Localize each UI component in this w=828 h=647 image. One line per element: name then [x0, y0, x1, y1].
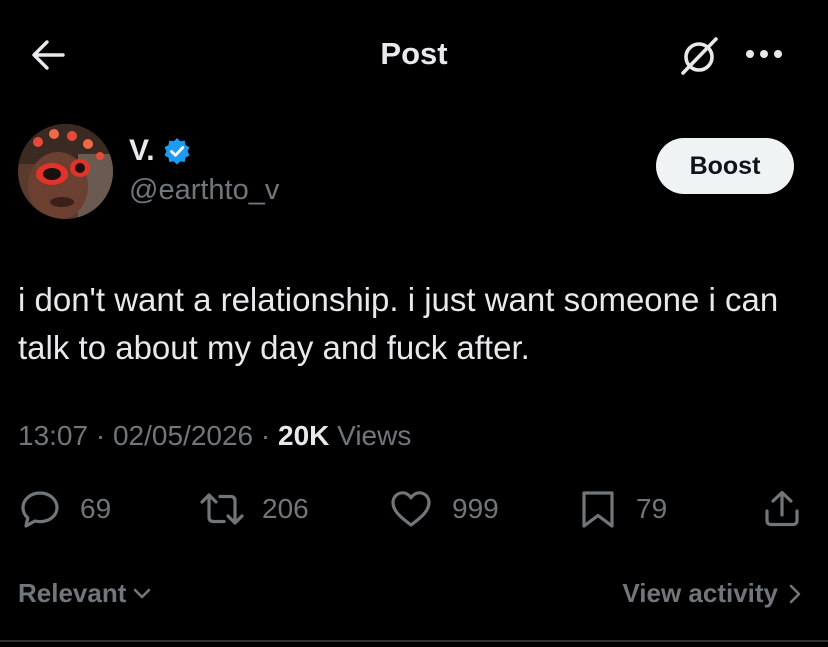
bookmark-icon: [582, 491, 614, 528]
repost-icon: [200, 493, 244, 525]
avatar-image: [18, 124, 113, 219]
like-button[interactable]: 999: [390, 486, 499, 532]
more-options-button[interactable]: [744, 42, 784, 66]
sort-label: Relevant: [18, 578, 127, 608]
views-label[interactable]: Views: [337, 420, 411, 451]
verified-badge-icon: [164, 138, 190, 165]
more-horizontal-icon: [746, 50, 782, 58]
display-name[interactable]: V.: [129, 134, 155, 168]
view-activity-label: View activity: [622, 578, 778, 608]
heart-icon: [391, 491, 431, 527]
chevron-right-icon: [789, 584, 801, 603]
view-activity-link[interactable]: View activity: [622, 578, 802, 609]
reply-button[interactable]: 69: [20, 486, 111, 532]
boost-button[interactable]: Boost: [656, 138, 794, 194]
action-bar: 69 206 999 79: [0, 486, 828, 536]
grok-icon: [681, 37, 718, 75]
repost-button[interactable]: 206: [198, 486, 309, 532]
top-bar: Post: [0, 0, 828, 110]
sort-dropdown[interactable]: Relevant: [18, 578, 152, 609]
avatar[interactable]: [18, 124, 113, 219]
divider: [0, 640, 828, 642]
grok-button[interactable]: [678, 34, 722, 78]
views-count[interactable]: 20K: [278, 420, 329, 451]
meta-separator: ·: [95, 420, 106, 451]
reply-icon: [21, 491, 59, 528]
tweet-meta: 13:07 · 02/05/2026 · 20K Views: [18, 420, 411, 452]
like-count: 999: [452, 493, 499, 524]
chevron-down-icon: [134, 588, 151, 598]
author-name-row: V.: [129, 134, 191, 168]
meta-separator: ·: [260, 420, 271, 451]
tweet-date: 02/05/2026: [112, 420, 254, 451]
author-handle[interactable]: @earthto_v: [129, 174, 279, 207]
share-button[interactable]: [762, 486, 802, 532]
reply-count: 69: [80, 493, 112, 524]
tweet-text: i don't want a relationship. i just want…: [18, 281, 779, 366]
share-icon: [765, 490, 799, 527]
bookmark-count: 79: [636, 493, 668, 524]
replies-footer: Relevant View activity: [0, 568, 828, 628]
bookmark-button[interactable]: 79: [580, 486, 667, 532]
tweet-time: 13:07: [18, 420, 89, 451]
repost-count: 206: [262, 493, 309, 524]
